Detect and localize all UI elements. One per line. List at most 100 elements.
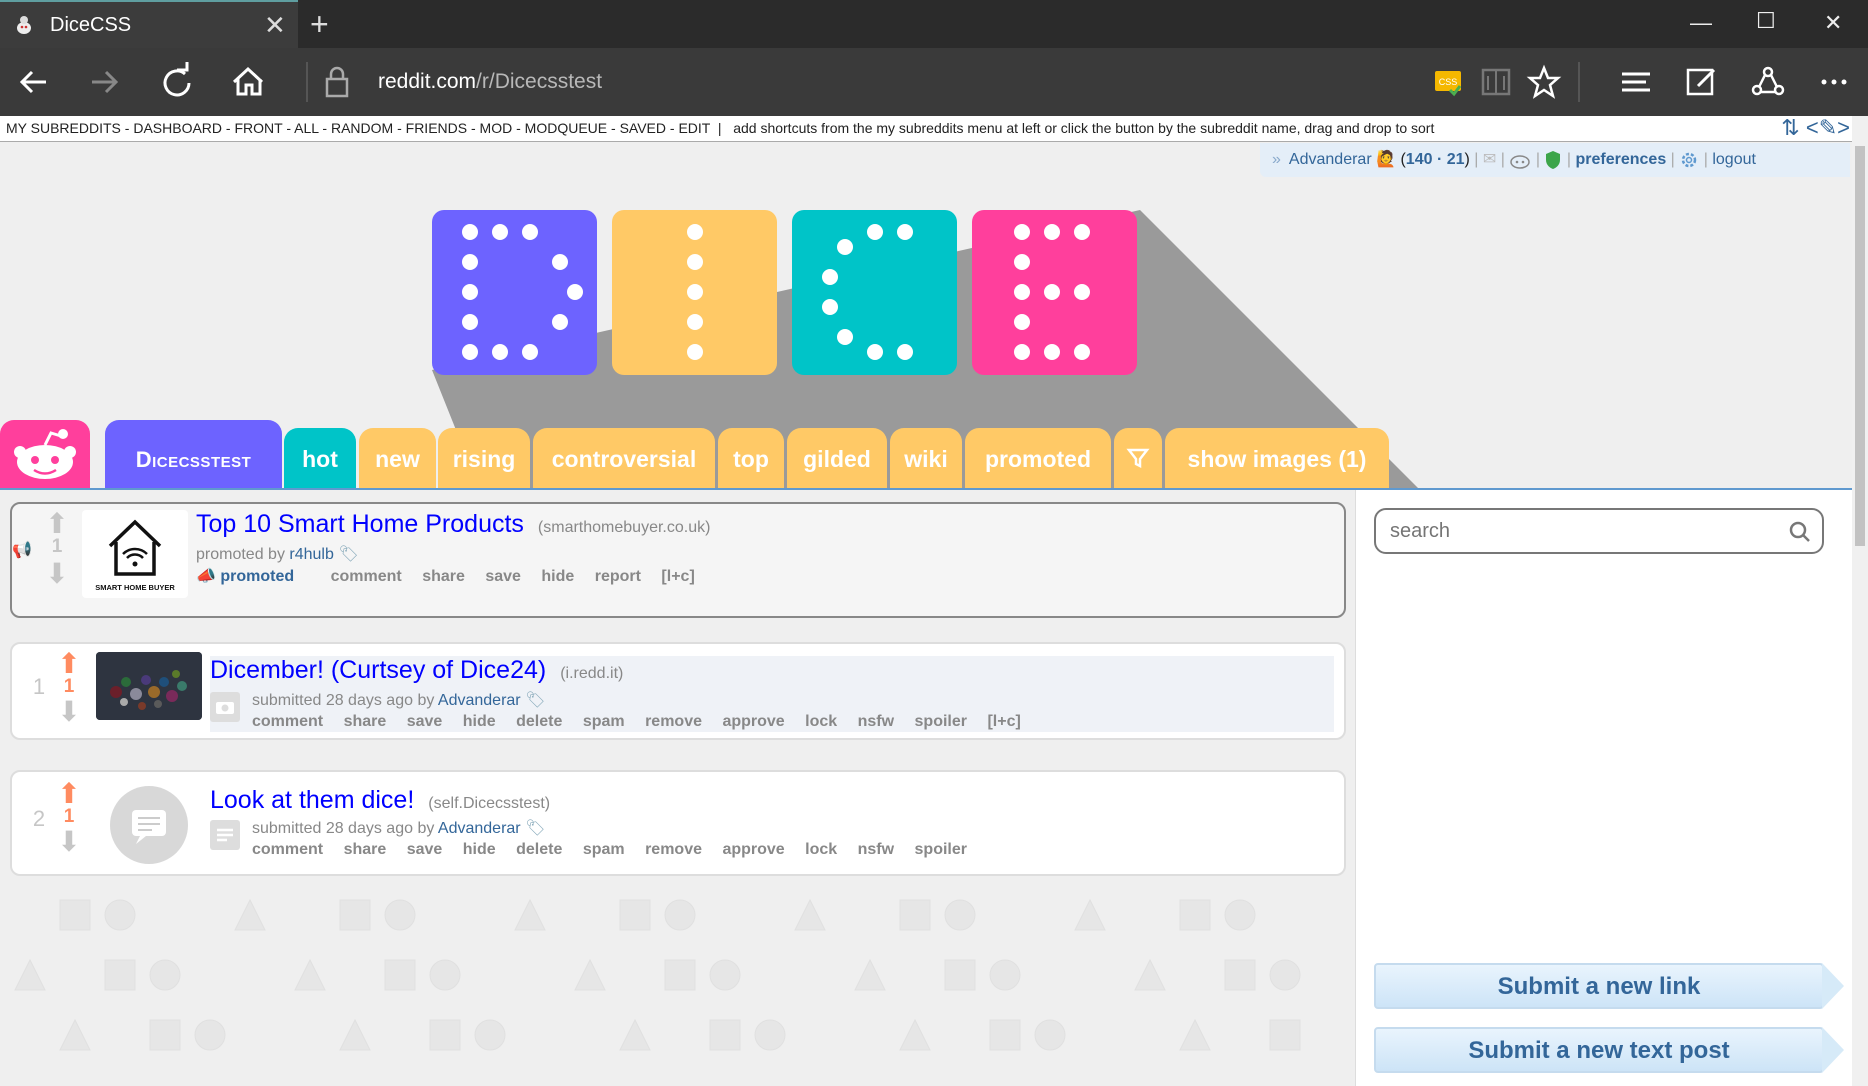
post-thumbnail[interactable]: SMART HOME BUYER — [82, 510, 188, 598]
logout-link[interactable]: logout — [1712, 151, 1756, 168]
link-comments-button[interactable]: [l+c] — [661, 568, 694, 585]
save-button[interactable]: save — [407, 841, 443, 858]
post-author[interactable]: r4hulb — [289, 546, 333, 563]
lock-button[interactable]: lock — [805, 841, 837, 858]
srbar-link-edit[interactable]: EDIT — [678, 120, 710, 136]
srbar-link-friends[interactable]: FRIENDS — [406, 120, 467, 136]
tag-icon[interactable]: 🏷 — [525, 692, 545, 709]
post-thumbnail[interactable] — [96, 652, 202, 720]
mail-icon[interactable]: ✉ — [1483, 151, 1496, 168]
srbar-link-modqueue[interactable]: MODQUEUE — [525, 120, 607, 136]
downvote-icon[interactable]: ⬇ — [42, 560, 72, 588]
more-icon[interactable] — [1812, 60, 1856, 104]
self-post-thumbnail[interactable] — [110, 786, 188, 864]
tab-controversial[interactable]: controversial — [533, 428, 715, 488]
comment-button[interactable]: comment — [252, 713, 323, 730]
post-title-text[interactable]: Top 10 Smart Home Products — [196, 510, 524, 538]
spoiler-button[interactable]: spoiler — [915, 713, 967, 730]
hide-button[interactable]: hide — [463, 841, 496, 858]
srbar-link-all[interactable]: ALL — [294, 120, 318, 136]
delete-button[interactable]: delete — [516, 713, 562, 730]
post-title[interactable]: Dicember! (Curtsey of Dice24) (i.redd.it) — [210, 656, 623, 685]
tab-filter[interactable] — [1114, 428, 1162, 488]
save-button[interactable]: save — [407, 713, 443, 730]
srbar-link-saved[interactable]: SAVED — [620, 120, 666, 136]
subreddit-name-tab[interactable]: Dicecsstest — [105, 420, 282, 488]
nsfw-button[interactable]: nsfw — [858, 713, 894, 730]
share-button[interactable]: share — [422, 568, 465, 585]
tab-promoted[interactable]: promoted — [965, 428, 1111, 488]
downvote-icon[interactable]: ⬇ — [54, 828, 84, 856]
refresh-icon[interactable] — [155, 60, 199, 104]
share-button[interactable]: share — [344, 841, 387, 858]
close-tab-icon[interactable]: ✕ — [264, 12, 286, 38]
upvote-icon[interactable]: ⬆ — [54, 650, 84, 678]
approve-button[interactable]: approve — [722, 841, 784, 858]
lock-button[interactable]: lock — [805, 713, 837, 730]
post-title[interactable]: Look at them dice! (self.Dicecsstest) — [210, 786, 550, 815]
delete-button[interactable]: delete — [516, 841, 562, 858]
hide-button[interactable]: hide — [463, 713, 496, 730]
post-domain[interactable]: (i.redd.it) — [560, 665, 623, 682]
lock-icon[interactable] — [322, 64, 352, 100]
upvote-icon[interactable]: ⬆ — [54, 780, 84, 808]
submit-link-button[interactable]: Submit a new link — [1374, 963, 1844, 1009]
comment-button[interactable]: comment — [331, 568, 402, 585]
post-title-text[interactable]: Dicember! (Curtsey of Dice24) — [210, 656, 546, 684]
remove-button[interactable]: remove — [645, 841, 702, 858]
post-domain[interactable]: (self.Dicecsstest) — [428, 795, 550, 812]
srbar-link-dashboard[interactable]: DASHBOARD — [133, 120, 222, 136]
downvote-icon[interactable]: ⬇ — [54, 698, 84, 726]
hide-button[interactable]: hide — [541, 568, 574, 585]
post-title[interactable]: Top 10 Smart Home Products (smarthomebuye… — [196, 510, 710, 539]
upvote-icon[interactable]: ⬆ — [42, 510, 72, 538]
nsfw-button[interactable]: nsfw — [858, 841, 894, 858]
modmail-icon[interactable] — [1509, 151, 1531, 169]
home-icon[interactable] — [226, 60, 270, 104]
tab-gilded[interactable]: gilded — [787, 428, 887, 488]
maximize-icon[interactable]: ☐ — [1756, 8, 1776, 34]
post-domain[interactable]: (smarthomebuyer.co.uk) — [538, 519, 711, 536]
save-button[interactable]: save — [485, 568, 521, 585]
tag-icon[interactable]: 🏷 — [338, 546, 358, 563]
sort-arrows-icon[interactable]: ⇅ — [1781, 115, 1799, 140]
preferences-link[interactable]: preferences — [1576, 151, 1667, 168]
page-scrollbar[interactable] — [1852, 116, 1868, 1086]
back-icon[interactable] — [12, 60, 56, 104]
expando-text-icon[interactable] — [210, 820, 240, 850]
web-note-icon[interactable] — [1680, 60, 1724, 104]
post-author[interactable]: Advanderar — [438, 820, 521, 837]
share-icon[interactable] — [1746, 60, 1790, 104]
gear-icon[interactable] — [1679, 150, 1699, 170]
search-box[interactable] — [1374, 508, 1824, 554]
scroll-right-icon[interactable]: > — [1837, 115, 1850, 140]
forward-icon[interactable] — [82, 60, 126, 104]
shield-icon[interactable] — [1544, 150, 1562, 170]
srbar-link-random[interactable]: RANDOM — [331, 120, 393, 136]
username-link[interactable]: Advanderar — [1289, 151, 1372, 168]
search-icon[interactable] — [1788, 520, 1812, 544]
collapse-icon[interactable]: » — [1272, 151, 1281, 168]
srbar-link-front[interactable]: FRONT — [234, 120, 282, 136]
link-comments-button[interactable]: [l+c] — [987, 713, 1020, 730]
share-button[interactable]: share — [344, 713, 387, 730]
scroll-left-icon[interactable]: < — [1806, 115, 1819, 140]
window-close-icon[interactable]: ✕ — [1824, 10, 1842, 36]
hub-icon[interactable] — [1614, 60, 1658, 104]
tab-hot[interactable]: hot — [284, 428, 356, 488]
scrollbar-thumb[interactable] — [1855, 146, 1865, 546]
comment-button[interactable]: comment — [252, 841, 323, 858]
spam-button[interactable]: spam — [583, 841, 625, 858]
post-author[interactable]: Advanderar — [438, 692, 521, 709]
reddit-home-tab[interactable] — [0, 420, 90, 488]
tab-show-images[interactable]: show images (1) — [1165, 428, 1389, 488]
srbar-link-mod[interactable]: MOD — [480, 120, 513, 136]
favorite-star-icon[interactable] — [1522, 60, 1566, 104]
tab-wiki[interactable]: wiki — [890, 428, 962, 488]
report-button[interactable]: report — [595, 568, 641, 585]
approve-button[interactable]: approve — [722, 713, 784, 730]
remove-button[interactable]: remove — [645, 713, 702, 730]
spoiler-button[interactable]: spoiler — [915, 841, 967, 858]
tab-rising[interactable]: rising — [438, 428, 530, 488]
reading-view-icon[interactable] — [1474, 60, 1518, 104]
